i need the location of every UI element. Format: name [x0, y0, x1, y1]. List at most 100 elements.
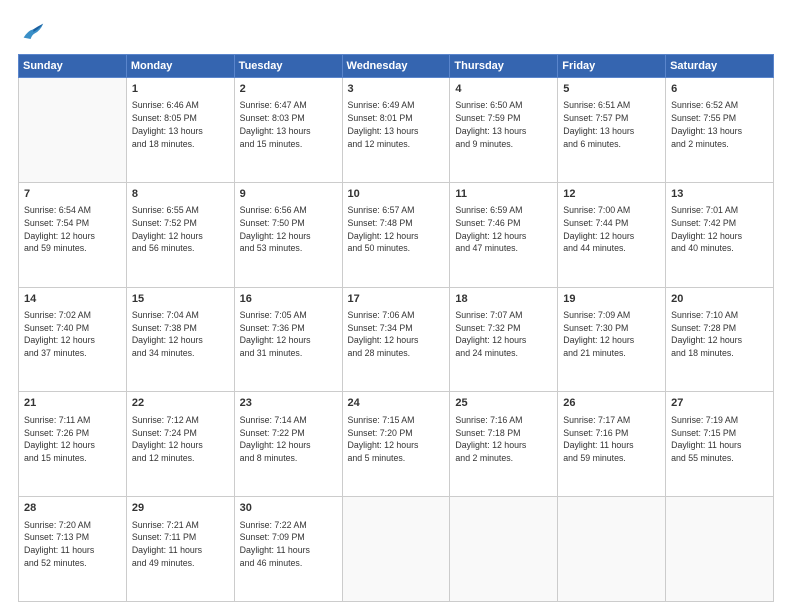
day-info: Sunrise: 7:07 AMSunset: 7:32 PMDaylight:… [455, 309, 552, 360]
day-info: Sunrise: 7:01 AMSunset: 7:42 PMDaylight:… [671, 204, 768, 255]
weekday-header-saturday: Saturday [666, 55, 774, 78]
day-info: Sunrise: 7:09 AMSunset: 7:30 PMDaylight:… [563, 309, 660, 360]
calendar-cell [558, 497, 666, 602]
day-info: Sunrise: 7:00 AMSunset: 7:44 PMDaylight:… [563, 204, 660, 255]
day-info: Sunrise: 6:46 AMSunset: 8:05 PMDaylight:… [132, 99, 229, 150]
day-number: 25 [455, 396, 552, 411]
day-number: 10 [348, 187, 445, 202]
day-number: 2 [240, 82, 337, 97]
day-number: 15 [132, 292, 229, 307]
day-number: 27 [671, 396, 768, 411]
day-number: 26 [563, 396, 660, 411]
calendar-cell: 29 Sunrise: 7:21 AMSunset: 7:11 PMDayligh… [126, 497, 234, 602]
day-number: 9 [240, 187, 337, 202]
day-info: Sunrise: 7:12 AMSunset: 7:24 PMDaylight:… [132, 414, 229, 465]
day-info: Sunrise: 7:20 AMSunset: 7:13 PMDaylight:… [24, 519, 121, 570]
calendar-cell: 16 Sunrise: 7:05 AMSunset: 7:36 PMDayligh… [234, 287, 342, 392]
calendar-cell [450, 497, 558, 602]
calendar-cell: 3 Sunrise: 6:49 AMSunset: 8:01 PMDaylight… [342, 78, 450, 183]
day-number: 22 [132, 396, 229, 411]
page: SundayMondayTuesdayWednesdayThursdayFrid… [0, 0, 792, 612]
day-number: 17 [348, 292, 445, 307]
weekday-header-monday: Monday [126, 55, 234, 78]
calendar-cell: 20 Sunrise: 7:10 AMSunset: 7:28 PMDayligh… [666, 287, 774, 392]
calendar-cell: 11Sunrise: 6:59 AMSunset: 7:46 PMDayligh… [450, 182, 558, 287]
calendar-table: SundayMondayTuesdayWednesdayThursdayFrid… [18, 54, 774, 602]
day-info: Sunrise: 7:02 AMSunset: 7:40 PMDaylight:… [24, 309, 121, 360]
day-info: Sunrise: 7:21 AMSunset: 7:11 PMDaylight:… [132, 519, 229, 570]
calendar-cell [666, 497, 774, 602]
day-info: Sunrise: 7:19 AMSunset: 7:15 PMDaylight:… [671, 414, 768, 465]
weekday-header-tuesday: Tuesday [234, 55, 342, 78]
calendar-cell: 13Sunrise: 7:01 AMSunset: 7:42 PMDayligh… [666, 182, 774, 287]
calendar-week-row: 7Sunrise: 6:54 AMSunset: 7:54 PMDaylight… [19, 182, 774, 287]
day-number: 18 [455, 292, 552, 307]
day-number: 5 [563, 82, 660, 97]
day-info: Sunrise: 6:47 AMSunset: 8:03 PMDaylight:… [240, 99, 337, 150]
calendar-cell [342, 497, 450, 602]
day-info: Sunrise: 6:55 AMSunset: 7:52 PMDaylight:… [132, 204, 229, 255]
day-info: Sunrise: 6:52 AMSunset: 7:55 PMDaylight:… [671, 99, 768, 150]
calendar-cell: 28 Sunrise: 7:20 AMSunset: 7:13 PMDayligh… [19, 497, 127, 602]
day-info: Sunrise: 7:17 AMSunset: 7:16 PMDaylight:… [563, 414, 660, 465]
calendar-cell: 30Sunrise: 7:22 AMSunset: 7:09 PMDayligh… [234, 497, 342, 602]
calendar-cell: 17 Sunrise: 7:06 AMSunset: 7:34 PMDayligh… [342, 287, 450, 392]
calendar-week-row: 21Sunrise: 7:11 AMSunset: 7:26 PMDayligh… [19, 392, 774, 497]
calendar-cell: 26 Sunrise: 7:17 AMSunset: 7:16 PMDayligh… [558, 392, 666, 497]
calendar-cell: 2 Sunrise: 6:47 AMSunset: 8:03 PMDaylight… [234, 78, 342, 183]
day-info: Sunrise: 7:16 AMSunset: 7:18 PMDaylight:… [455, 414, 552, 465]
day-info: Sunrise: 6:50 AMSunset: 7:59 PMDaylight:… [455, 99, 552, 150]
weekday-header-friday: Friday [558, 55, 666, 78]
calendar-cell: 23 Sunrise: 7:14 AMSunset: 7:22 PMDayligh… [234, 392, 342, 497]
calendar-cell: 10 Sunrise: 6:57 AMSunset: 7:48 PMDayligh… [342, 182, 450, 287]
calendar-cell: 5 Sunrise: 6:51 AMSunset: 7:57 PMDaylight… [558, 78, 666, 183]
weekday-header-wednesday: Wednesday [342, 55, 450, 78]
day-number: 16 [240, 292, 337, 307]
calendar-cell [19, 78, 127, 183]
day-number: 23 [240, 396, 337, 411]
day-info: Sunrise: 6:56 AMSunset: 7:50 PMDaylight:… [240, 204, 337, 255]
calendar-cell: 15Sunrise: 7:04 AMSunset: 7:38 PMDayligh… [126, 287, 234, 392]
day-info: Sunrise: 6:51 AMSunset: 7:57 PMDaylight:… [563, 99, 660, 150]
day-number: 11 [455, 187, 552, 202]
weekday-header-thursday: Thursday [450, 55, 558, 78]
day-number: 29 [132, 501, 229, 516]
calendar-week-row: 28 Sunrise: 7:20 AMSunset: 7:13 PMDayligh… [19, 497, 774, 602]
calendar-cell: 4Sunrise: 6:50 AMSunset: 7:59 PMDaylight… [450, 78, 558, 183]
day-number: 28 [24, 501, 121, 516]
day-info: Sunrise: 6:57 AMSunset: 7:48 PMDaylight:… [348, 204, 445, 255]
calendar-cell: 6 Sunrise: 6:52 AMSunset: 7:55 PMDaylight… [666, 78, 774, 183]
logo-icon [18, 18, 46, 46]
calendar-cell: 1 Sunrise: 6:46 AMSunset: 8:05 PMDaylight… [126, 78, 234, 183]
day-info: Sunrise: 7:15 AMSunset: 7:20 PMDaylight:… [348, 414, 445, 465]
day-number: 24 [348, 396, 445, 411]
calendar-cell: 7Sunrise: 6:54 AMSunset: 7:54 PMDaylight… [19, 182, 127, 287]
calendar-cell: 27 Sunrise: 7:19 AMSunset: 7:15 PMDayligh… [666, 392, 774, 497]
day-number: 20 [671, 292, 768, 307]
day-info: Sunrise: 7:10 AMSunset: 7:28 PMDaylight:… [671, 309, 768, 360]
calendar-cell: 22 Sunrise: 7:12 AMSunset: 7:24 PMDayligh… [126, 392, 234, 497]
calendar-week-row: 14Sunrise: 7:02 AMSunset: 7:40 PMDayligh… [19, 287, 774, 392]
day-number: 6 [671, 82, 768, 97]
day-info: Sunrise: 7:11 AMSunset: 7:26 PMDaylight:… [24, 414, 121, 465]
day-info: Sunrise: 6:49 AMSunset: 8:01 PMDaylight:… [348, 99, 445, 150]
calendar-cell: 24 Sunrise: 7:15 AMSunset: 7:20 PMDayligh… [342, 392, 450, 497]
day-number: 30 [240, 501, 337, 516]
day-number: 7 [24, 187, 121, 202]
day-info: Sunrise: 7:14 AMSunset: 7:22 PMDaylight:… [240, 414, 337, 465]
day-number: 8 [132, 187, 229, 202]
day-number: 12 [563, 187, 660, 202]
day-info: Sunrise: 7:05 AMSunset: 7:36 PMDaylight:… [240, 309, 337, 360]
day-number: 19 [563, 292, 660, 307]
calendar-cell: 21Sunrise: 7:11 AMSunset: 7:26 PMDayligh… [19, 392, 127, 497]
header [18, 18, 774, 46]
weekday-header-sunday: Sunday [19, 55, 127, 78]
calendar-cell: 12 Sunrise: 7:00 AMSunset: 7:44 PMDayligh… [558, 182, 666, 287]
calendar-cell: 18 Sunrise: 7:07 AMSunset: 7:32 PMDayligh… [450, 287, 558, 392]
calendar-week-row: 1 Sunrise: 6:46 AMSunset: 8:05 PMDaylight… [19, 78, 774, 183]
day-info: Sunrise: 7:06 AMSunset: 7:34 PMDaylight:… [348, 309, 445, 360]
day-number: 3 [348, 82, 445, 97]
calendar-cell: 19 Sunrise: 7:09 AMSunset: 7:30 PMDayligh… [558, 287, 666, 392]
calendar-cell: 9 Sunrise: 6:56 AMSunset: 7:50 PMDaylight… [234, 182, 342, 287]
day-number: 1 [132, 82, 229, 97]
